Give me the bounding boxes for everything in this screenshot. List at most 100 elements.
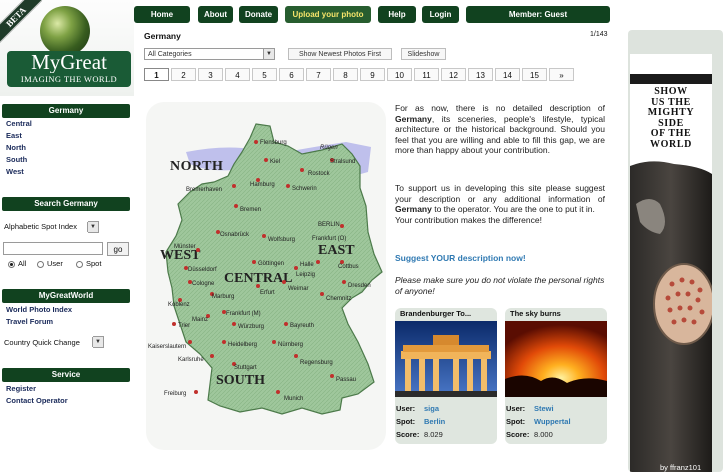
city-dot[interactable] <box>254 140 258 144</box>
pager-page-button[interactable]: 13 <box>468 68 493 81</box>
city-dot[interactable] <box>342 280 346 284</box>
city-dresden[interactable]: Dresden <box>348 283 371 289</box>
city-dot[interactable] <box>262 234 266 238</box>
city-passau[interactable]: Passau <box>336 377 356 383</box>
city-dot[interactable] <box>234 204 238 208</box>
pager-page-button[interactable]: 14 <box>495 68 520 81</box>
city-goettingen[interactable]: Göttingen <box>258 261 284 267</box>
city-dot[interactable] <box>252 260 256 264</box>
category-select[interactable]: All Categories ▼ <box>144 48 275 60</box>
city-chemnitz[interactable]: Chemnitz <box>326 296 351 302</box>
city-nuernberg[interactable]: Nürnberg <box>278 342 303 348</box>
city-cologne[interactable]: Cologne <box>192 281 215 287</box>
city-dot[interactable] <box>284 322 288 326</box>
city-cottbus[interactable]: Cottbus <box>338 264 359 270</box>
nav-help-button[interactable]: Help <box>378 6 416 23</box>
contact-operator-link[interactable]: Contact Operator <box>6 396 68 405</box>
city-dot[interactable] <box>320 292 324 296</box>
pager-next-button[interactable]: » <box>549 68 574 81</box>
city-wuerzburg[interactable]: Würzburg <box>238 324 264 330</box>
nav-login-button[interactable]: Login <box>422 6 459 23</box>
city-stuttgart[interactable]: Stuttgart <box>234 365 257 371</box>
city-dot[interactable] <box>256 284 260 288</box>
city-muenster[interactable]: Münster <box>174 244 196 250</box>
slideshow-button[interactable]: Slideshow <box>401 48 446 60</box>
city-hamburg[interactable]: Hamburg <box>250 182 275 188</box>
city-munich[interactable]: Munich <box>284 396 303 402</box>
nav-about-button[interactable]: About <box>198 6 233 23</box>
city-flensburg[interactable]: Flensburg <box>260 140 287 146</box>
photo-thumbnail[interactable] <box>395 321 497 397</box>
city-dot[interactable] <box>286 184 290 188</box>
photo-card-title[interactable]: The sky burns <box>505 308 607 320</box>
photo-card[interactable]: Brandenburger To... User: siga Spot: Berli… <box>395 308 497 444</box>
city-dot[interactable] <box>232 322 236 326</box>
show-newest-button[interactable]: Show Newest Photos First <box>288 48 392 60</box>
user-link[interactable]: Stewi <box>534 404 554 413</box>
pager-page-button[interactable]: 2 <box>171 68 196 81</box>
user-link[interactable]: siga <box>424 404 439 413</box>
pager-page-button[interactable]: 3 <box>198 68 223 81</box>
search-go-button[interactable]: go <box>107 242 129 256</box>
search-input[interactable] <box>3 242 103 255</box>
site-logo[interactable]: BETA MyGreat IMAGING THE WORLD <box>0 0 134 96</box>
pager-page-button[interactable]: 9 <box>360 68 385 81</box>
city-ruegen[interactable]: Rügen <box>320 145 338 151</box>
nav-upload-button[interactable]: Upload your photo <box>285 6 371 23</box>
spot-link[interactable]: Berlin <box>424 417 445 426</box>
suggest-description-link[interactable]: Suggest YOUR description now! <box>395 253 526 263</box>
travel-forum-link[interactable]: Travel Forum <box>6 317 53 326</box>
germany-map[interactable]: NORTH WEST CENTRAL EAST SOUTH Flensburg … <box>146 102 386 450</box>
city-erfurt[interactable]: Erfurt <box>260 290 275 296</box>
pager-page-button[interactable]: 5 <box>252 68 277 81</box>
city-dot[interactable] <box>316 260 320 264</box>
pager-page-button[interactable]: 4 <box>225 68 250 81</box>
city-berlin[interactable]: BERLIN <box>318 222 340 228</box>
city-dot[interactable] <box>282 280 286 284</box>
photo-thumbnail[interactable] <box>505 321 607 397</box>
city-kiel[interactable]: Kiel <box>270 159 280 165</box>
city-stralsund[interactable]: Stralsund <box>330 159 355 165</box>
city-bremen[interactable]: Bremen <box>240 207 261 213</box>
pager-page-button[interactable]: 11 <box>414 68 439 81</box>
pager-page-button[interactable]: 1 <box>144 68 169 81</box>
city-bremerhaven[interactable]: Bremerhaven <box>186 187 222 193</box>
city-frankfurt-oder[interactable]: Frankfurt (O) <box>312 236 346 242</box>
city-schwerin[interactable]: Schwerin <box>292 186 317 192</box>
radio-spot[interactable]: Spot <box>76 259 101 268</box>
city-rostock[interactable]: Rostock <box>308 171 331 177</box>
region-link-north[interactable]: North <box>6 143 26 152</box>
region-link-central[interactable]: Central <box>6 119 32 128</box>
photo-card-title[interactable]: Brandenburger To... <box>395 308 497 320</box>
pager-page-button[interactable]: 12 <box>441 68 466 81</box>
spot-link[interactable]: Wuppertal <box>534 417 571 426</box>
city-heidelberg[interactable]: Heidelberg <box>228 342 257 348</box>
city-dot[interactable] <box>264 158 268 162</box>
city-weimar[interactable]: Weimar <box>288 286 309 292</box>
city-freiburg[interactable]: Freiburg <box>164 391 186 397</box>
city-marburg[interactable]: Marburg <box>212 294 234 300</box>
city-dot[interactable] <box>294 354 298 358</box>
country-change-select[interactable]: ▼ <box>92 336 104 348</box>
nav-donate-button[interactable]: Donate <box>239 6 278 23</box>
city-dot[interactable] <box>194 390 198 394</box>
spot-index-select[interactable]: ▼ <box>87 221 99 233</box>
city-dot[interactable] <box>272 340 276 344</box>
photo-card[interactable]: The sky burns User: Stewi Spot: Wuppertal … <box>505 308 607 444</box>
region-link-west[interactable]: West <box>6 167 24 176</box>
city-karlsruhe[interactable]: Karlsruhe <box>178 357 204 363</box>
city-dot[interactable] <box>300 168 304 172</box>
city-dot[interactable] <box>222 340 226 344</box>
city-wolfsburg[interactable]: Wolfsburg <box>268 237 295 243</box>
city-frankfurt[interactable]: Frankfurt (M) <box>226 311 261 317</box>
pager-page-button[interactable]: 6 <box>279 68 304 81</box>
city-dot[interactable] <box>232 184 236 188</box>
city-duesseldorf[interactable]: Düsseldorf <box>188 267 217 273</box>
city-kaiserslautern[interactable]: Kaiserslautern <box>148 344 186 350</box>
pager-page-button[interactable]: 10 <box>387 68 412 81</box>
city-dot[interactable] <box>172 322 176 326</box>
city-dot[interactable] <box>210 354 214 358</box>
region-link-south[interactable]: South <box>6 155 27 164</box>
radio-all[interactable]: All <box>8 259 26 268</box>
city-bayreuth[interactable]: Bayreuth <box>290 323 314 329</box>
